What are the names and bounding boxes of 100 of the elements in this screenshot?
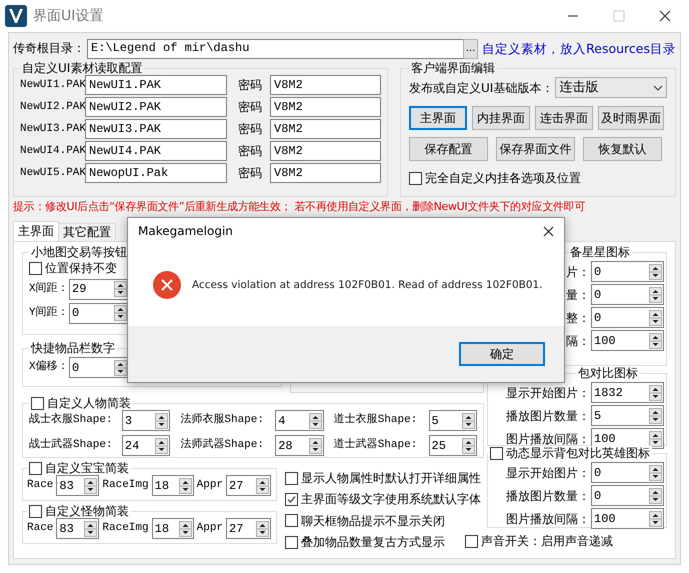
field-label: NewUI3.PAK [20, 122, 85, 136]
error-message: Access violation at address 102F0B01. Read of address 102F0B01. [192, 279, 543, 291]
tab-button[interactable]: 及时雨界面 [598, 106, 664, 130]
spin-field[interactable]: 18 [152, 518, 194, 540]
action-button[interactable]: 保存配置 [409, 137, 488, 162]
dialog-title: Makegamelogin [138, 224, 234, 238]
file-field[interactable]: NewopUI.Pak [85, 163, 227, 184]
spin-field[interactable]: 83 [56, 475, 100, 496]
spin-field[interactable]: 24 [122, 435, 170, 456]
window-title: 界面UI设置 [33, 8, 104, 24]
field-label: Race [27, 522, 54, 536]
field-label: RaceImg [102, 522, 149, 536]
checkbox-label: 自定义宝宝简装 [45, 461, 129, 476]
tab[interactable]: 主界面 [13, 221, 59, 241]
field-label: 密码 [238, 166, 262, 181]
field-label: Appr [196, 522, 224, 536]
spin-field[interactable]: 0 [69, 302, 129, 324]
spin-field[interactable]: 4 [275, 410, 324, 432]
field-label: 密码 [238, 78, 262, 93]
group-title: 备星星图标 [568, 245, 632, 260]
action-button[interactable]: 恢复默认 [583, 137, 662, 162]
field-label: 显示开始图片： [506, 466, 590, 480]
field-label: 传奇根目录： [13, 41, 85, 56]
file-field[interactable]: NewUI1.PAK [85, 75, 227, 96]
tab-button[interactable]: 连击界面 [535, 106, 593, 130]
tab[interactable]: 其它配置 [58, 223, 116, 241]
spin-field[interactable]: 1832 [591, 382, 664, 404]
password-field[interactable]: V8M2 [270, 97, 381, 118]
file-field[interactable]: NewUI4.PAK [85, 141, 227, 162]
tab-button[interactable]: 内挂界面 [472, 106, 530, 130]
spin-field[interactable]: 5 [428, 410, 477, 432]
tab-button[interactable]: 主界面 [409, 106, 467, 130]
browse-button[interactable]: ... [462, 38, 478, 58]
file-field[interactable]: NewUI3.PAK [85, 119, 227, 140]
spin-field[interactable]: 0 [69, 357, 129, 378]
spin-field[interactable]: 3 [122, 410, 170, 432]
field-label: 战士衣服Shape: [29, 414, 114, 428]
file-field[interactable]: NewUI2.PAK [85, 97, 227, 118]
field-label: Y间距： [29, 306, 69, 320]
ok-button[interactable]: 确定 [459, 342, 545, 366]
action-button[interactable]: 保存界面文件 [496, 137, 575, 162]
path-field[interactable]: E:\Legend of mir\dashu [87, 38, 465, 58]
field-label: 密码 [238, 100, 262, 115]
spin-field[interactable]: 18 [152, 475, 194, 496]
password-field[interactable]: V8M2 [270, 119, 381, 140]
spin-field[interactable]: 29 [69, 278, 129, 300]
spin-field[interactable]: 27 [226, 518, 272, 540]
spin-field[interactable]: 0 [591, 261, 664, 282]
checkbox-label: 自定义人物简装 [47, 396, 131, 410]
field-label: 道士衣服Shape: [334, 414, 418, 428]
spin-field[interactable]: 0 [591, 485, 664, 506]
password-field[interactable]: V8M2 [270, 141, 381, 162]
field-label: NewUI2.PAK [20, 100, 85, 114]
version-dropdown[interactable]: 连击版 [555, 77, 667, 98]
group-title: 快捷物品栏数字 [29, 341, 117, 356]
spin-field[interactable]: 83 [56, 518, 100, 540]
field-label: 法师衣服Shape: [180, 414, 265, 428]
spin-field[interactable]: 28 [275, 435, 324, 456]
checkbox-label: 声音开关：启用声音递减 [481, 534, 613, 548]
group-title: 包对比图标 [576, 366, 640, 380]
field-label: 片： [566, 264, 590, 280]
checkbox-label: 位置保持不变 [45, 261, 117, 276]
field-label: 整： [566, 310, 590, 326]
field-label: 道士武器Shape: [334, 439, 418, 452]
spin-field[interactable]: 100 [591, 508, 664, 530]
field-label: Race [27, 479, 54, 492]
field-label: 图片播放间隔： [506, 512, 590, 526]
checkbox-label: 显示人物属性时默认打开详细属性 [301, 471, 481, 486]
checkbox-label: 主界面等级文字使用系统默认字体 [301, 492, 481, 507]
field-label: NewUI4.PAK [20, 144, 85, 158]
field-label: 法师武器Shape: [180, 439, 265, 452]
field-label: RaceImg [102, 479, 149, 492]
password-field[interactable]: V8M2 [270, 163, 381, 184]
checkbox-label: 完全自定义内挂各选项及位置 [425, 171, 581, 186]
hint-text: 提示：修改UI后点击“保存界面文件”后重新生成方能生效； 若不再使用自定义界面，删除NewUI文件夹下的对应文件即可 [13, 200, 586, 214]
field-label: 战士武器Shape: [29, 439, 114, 452]
spin-field[interactable]: 0 [591, 307, 664, 328]
spin-field[interactable]: 0 [591, 462, 664, 484]
field-label: 显示开始图片： [506, 386, 590, 400]
field-label: 播放图片数量： [506, 488, 590, 504]
field-label: 隔： [566, 334, 590, 348]
spin-field[interactable]: 25 [428, 435, 477, 456]
password-field[interactable]: V8M2 [270, 75, 381, 96]
field-label: Appr [196, 479, 224, 492]
field-label: 播放图片数量： [506, 408, 590, 424]
field-label: X偏移： [29, 361, 69, 374]
resources-link[interactable]: 自定义素材，放入Resources目录 [482, 41, 676, 56]
group-title: 客户端界面编辑 [410, 61, 496, 76]
checkbox-label: 自定义怪物简装 [45, 504, 129, 518]
spin-field[interactable]: 0 [591, 284, 664, 306]
spin-field[interactable]: 27 [226, 475, 272, 496]
field-label: 量： [566, 288, 590, 302]
group-title: 小地图交易等按钮 [29, 245, 129, 260]
field-label: 密码 [238, 122, 262, 137]
spin-field[interactable]: 100 [591, 330, 664, 352]
field-label: 密码 [238, 144, 262, 159]
checkbox-label: 叠加物品数量复古方式显示 [301, 535, 445, 550]
field-label: 图片播放间隔： [506, 432, 590, 446]
spin-field[interactable]: 5 [591, 405, 664, 426]
field-label: 发布或自定义UI基础版本： [409, 80, 554, 96]
